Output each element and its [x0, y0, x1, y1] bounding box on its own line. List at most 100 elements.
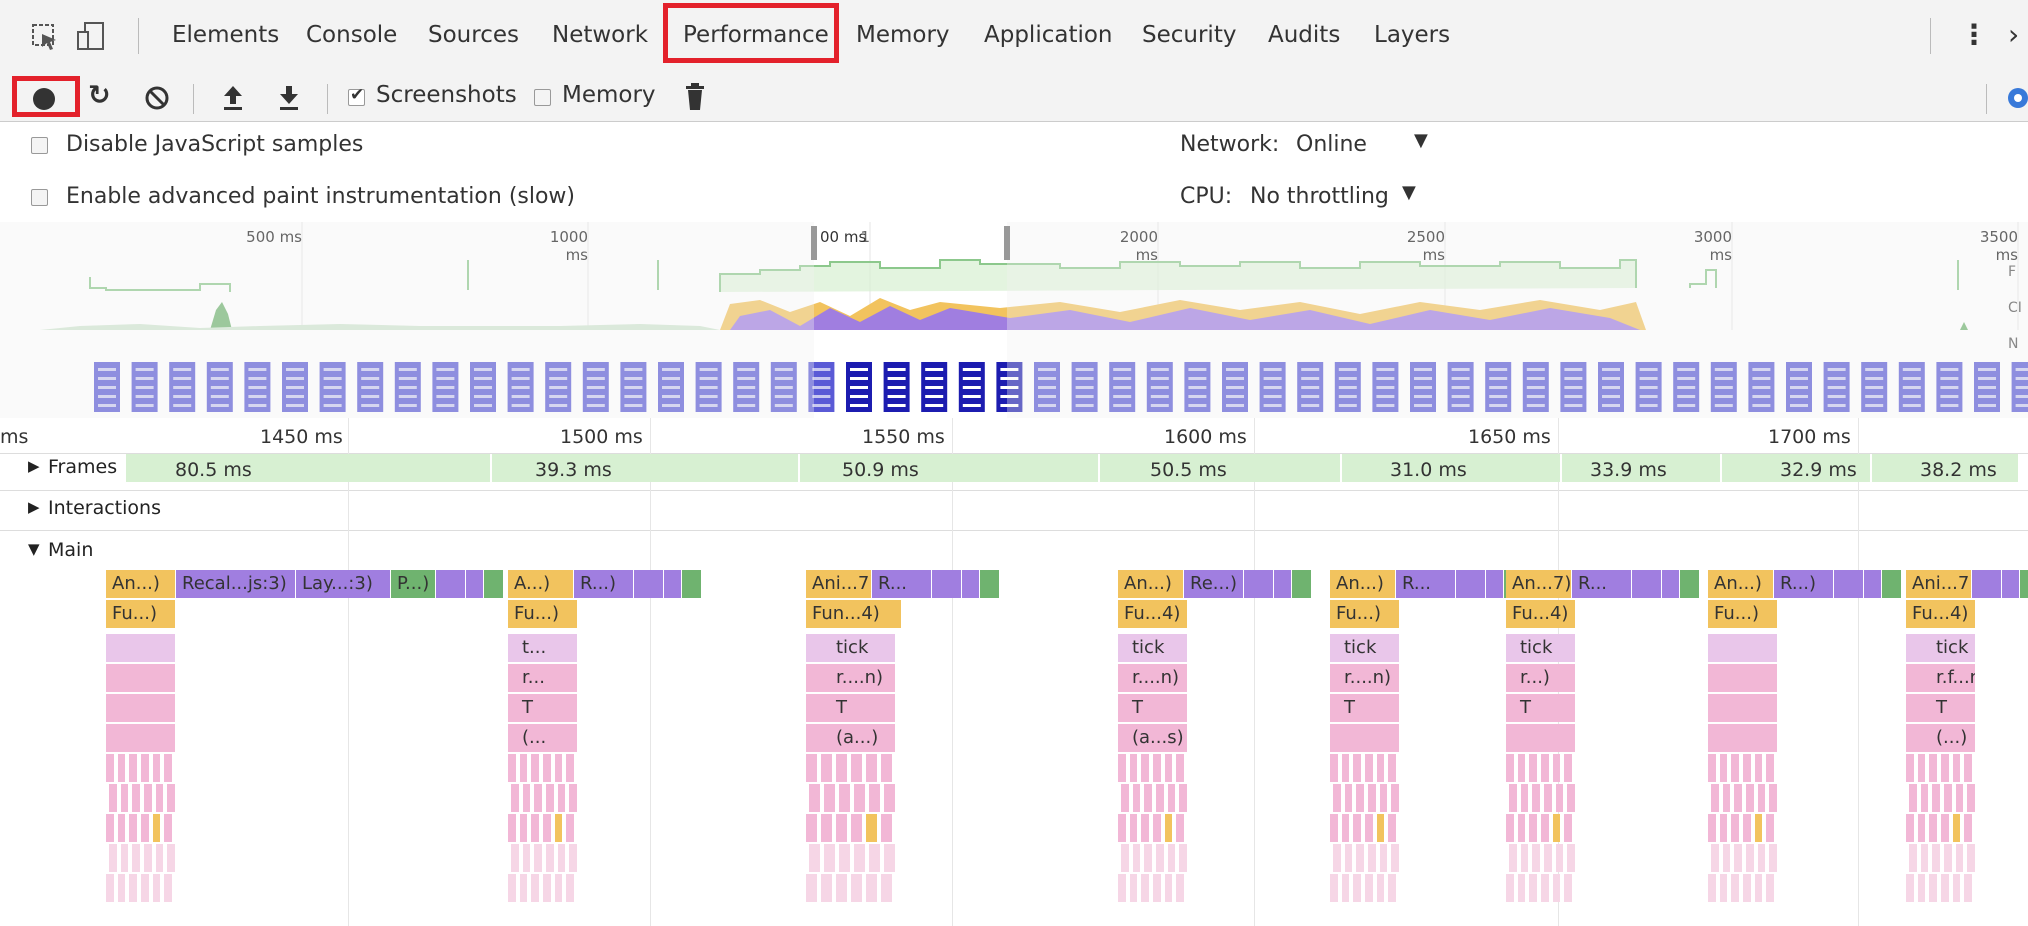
flame-event[interactable] — [1176, 874, 1184, 902]
flame-event[interactable] — [682, 570, 702, 598]
flame-event[interactable] — [634, 570, 664, 598]
flame-event[interactable] — [881, 814, 892, 842]
flame-event[interactable] — [1144, 844, 1152, 872]
flame-event[interactable] — [1344, 784, 1353, 812]
flame-event[interactable] — [1330, 814, 1338, 842]
flame-event[interactable] — [1743, 814, 1751, 842]
flame-event[interactable] — [1509, 784, 1517, 812]
flame-event[interactable] — [824, 844, 835, 872]
flame-event[interactable] — [836, 754, 847, 782]
flame-event[interactable] — [106, 754, 114, 782]
flame-event[interactable] — [1144, 784, 1152, 812]
flame-event[interactable] — [821, 814, 832, 842]
flame-event[interactable] — [1708, 664, 1778, 692]
flame-event[interactable] — [1368, 784, 1376, 812]
flame-event[interactable] — [1920, 784, 1929, 812]
flame-event[interactable] — [1456, 570, 1486, 598]
flame-event[interactable] — [1376, 814, 1385, 842]
cpu-select[interactable]: No throttling — [1250, 184, 1389, 209]
flame-event[interactable] — [1132, 784, 1141, 812]
flame-event[interactable]: r...) — [1506, 664, 1576, 692]
flame-event[interactable]: Fu...) — [1708, 600, 1778, 628]
flame-event[interactable] — [1932, 784, 1940, 812]
flame-event[interactable]: (a...s) — [1118, 724, 1188, 752]
flame-event[interactable]: (... — [508, 724, 578, 752]
frames-expand-icon[interactable]: ▶ — [28, 457, 40, 475]
flame-event[interactable] — [1564, 754, 1572, 782]
flame-event[interactable] — [1731, 874, 1739, 902]
flame-event[interactable] — [1341, 814, 1350, 842]
device-icon[interactable] — [75, 20, 107, 52]
flame-event[interactable] — [1708, 724, 1778, 752]
flame-event[interactable] — [1506, 754, 1514, 782]
flame-event[interactable]: Recal...js:3) — [176, 570, 296, 598]
flame-event[interactable]: T — [1906, 694, 1976, 722]
flame-event[interactable] — [1274, 570, 1292, 598]
flame-event[interactable] — [1118, 814, 1126, 842]
flame-event[interactable] — [884, 844, 895, 872]
flame-event[interactable] — [1754, 754, 1763, 782]
flame-event[interactable]: R...) — [574, 570, 634, 598]
flame-event[interactable] — [1376, 754, 1385, 782]
flame-event[interactable] — [1356, 844, 1364, 872]
flame-event[interactable] — [569, 844, 577, 872]
flame-event[interactable] — [519, 754, 528, 782]
flame-event[interactable] — [1552, 874, 1561, 902]
flame-event[interactable] — [1341, 754, 1350, 782]
flame-event[interactable] — [106, 664, 176, 692]
flame-event[interactable] — [1176, 814, 1184, 842]
flame-event[interactable] — [836, 874, 847, 902]
tab-layers[interactable]: Layers — [1374, 22, 1450, 48]
flame-event[interactable] — [1722, 844, 1731, 872]
flame-event[interactable] — [1766, 754, 1774, 782]
flame-event[interactable] — [1567, 844, 1575, 872]
flame-event[interactable] — [1365, 814, 1373, 842]
flame-event[interactable] — [1517, 814, 1526, 842]
flame-event[interactable]: r... — [508, 664, 578, 692]
flame-event[interactable] — [120, 844, 129, 872]
flame-event[interactable] — [152, 814, 161, 842]
tab-memory[interactable]: Memory — [856, 22, 950, 48]
flame-event[interactable] — [1353, 754, 1361, 782]
flame-event[interactable] — [1662, 570, 1680, 598]
flame-event[interactable] — [1952, 814, 1961, 842]
flame-event[interactable] — [1917, 754, 1926, 782]
flame-event[interactable]: tick — [1118, 634, 1188, 662]
flame-event[interactable] — [1121, 844, 1129, 872]
flame-event[interactable] — [1929, 874, 1937, 902]
flame-event[interactable] — [167, 844, 175, 872]
flame-event[interactable] — [1734, 844, 1742, 872]
disable-js-samples-checkbox[interactable] — [31, 137, 48, 154]
flame-event[interactable] — [1388, 874, 1396, 902]
flame-event[interactable] — [1564, 814, 1572, 842]
flame-event[interactable] — [869, 844, 880, 872]
flame-event[interactable] — [522, 784, 531, 812]
main-track-label[interactable]: Main — [48, 539, 93, 561]
flame-event[interactable] — [1388, 754, 1396, 782]
flame-event[interactable] — [1167, 784, 1176, 812]
flame-event[interactable] — [1708, 634, 1778, 662]
flame-event[interactable]: R... — [1396, 570, 1456, 598]
flame-event[interactable]: T — [508, 694, 578, 722]
flame-event[interactable] — [1734, 784, 1742, 812]
flame-event[interactable] — [1365, 754, 1373, 782]
flame-event[interactable] — [141, 874, 149, 902]
flame-event[interactable] — [1544, 844, 1552, 872]
flame-event[interactable] — [1164, 814, 1173, 842]
flame-event[interactable] — [1955, 844, 1964, 872]
flame-event[interactable] — [1929, 814, 1937, 842]
flame-event[interactable] — [1506, 814, 1514, 842]
flame-event[interactable] — [531, 754, 539, 782]
flame-event[interactable] — [1156, 784, 1164, 812]
tab-console[interactable]: Console — [306, 22, 397, 48]
frame-duration[interactable]: 32.9 ms — [1780, 459, 1857, 481]
flame-event[interactable]: Re...) — [1184, 570, 1244, 598]
flame-event[interactable] — [1864, 570, 1882, 598]
flame-event[interactable] — [511, 844, 519, 872]
flame-event[interactable] — [1746, 844, 1754, 872]
flame-event[interactable] — [566, 814, 574, 842]
flame-event[interactable] — [132, 844, 140, 872]
flame-event[interactable] — [866, 814, 877, 842]
flame-event[interactable]: Ani...7) — [806, 570, 872, 598]
flame-event[interactable] — [854, 784, 865, 812]
